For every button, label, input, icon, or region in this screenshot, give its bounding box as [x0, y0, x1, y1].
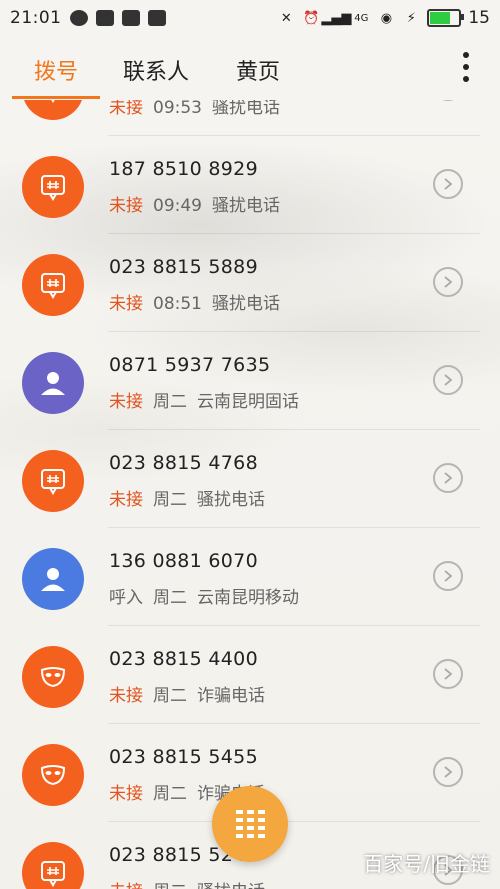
top-tabs: 拨号 联系人 黄页: [0, 36, 500, 100]
mute-icon: ✕: [280, 10, 292, 26]
tab-indicator: [12, 96, 100, 99]
call-time: 08:51: [153, 294, 202, 314]
signal-icon: ▂▄▆: [321, 10, 352, 26]
call-label: 骚扰电话: [197, 882, 265, 889]
harassment-tag-icon: [22, 156, 84, 218]
call-number: 0871 5937 7635: [109, 354, 271, 376]
harassment-tag-icon: [22, 254, 84, 316]
call-detail-chevron-icon[interactable]: [433, 659, 463, 689]
call-label: 骚扰电话: [212, 196, 280, 216]
harassment-tag-icon: [22, 100, 84, 120]
call-log-list[interactable]: 未接 09:53 骚扰电话 187 8510 8929 未接 09:49 骚扰电话 023 8…: [0, 100, 500, 889]
harassment-tag-icon: [22, 842, 84, 889]
image-icon: [95, 10, 114, 26]
call-log-row[interactable]: 0871 5937 7635 未接 周二 云南昆明固话: [0, 332, 500, 430]
fraud-mask-icon: [22, 744, 84, 806]
call-log-row[interactable]: 136 0881 6070 呼入 周二 云南昆明移动: [0, 528, 500, 626]
hd-icon: ◉: [380, 10, 393, 26]
alarm-icon: ⏰: [303, 10, 320, 26]
call-status: 未接: [109, 294, 143, 314]
call-log-row[interactable]: 023 8815 5889 未接 08:51 骚扰电话: [0, 234, 500, 332]
fraud-mask-icon: [22, 646, 84, 708]
call-detail-chevron-icon[interactable]: [433, 757, 463, 787]
dialpad-icon: [235, 810, 265, 838]
call-detail-chevron-icon[interactable]: [433, 267, 463, 297]
call-time: 周二: [153, 784, 187, 804]
call-status: 未接: [109, 196, 143, 216]
status-right: ✕ ⏰ ▂▄▆ 4G ◉ ⚡ 15: [277, 0, 490, 36]
tab-yellow-pages[interactable]: 黄页: [236, 54, 280, 86]
call-number: 136 0881 6070: [109, 550, 258, 572]
call-time: 周二: [153, 392, 187, 412]
call-time: 09:53: [153, 100, 202, 118]
call-number: 023 8815 4400: [109, 648, 258, 670]
network-type: 4G: [354, 12, 369, 24]
call-time: 周二: [153, 588, 187, 608]
contact-avatar-icon: [22, 548, 84, 610]
call-label: 云南昆明移动: [197, 588, 299, 608]
call-number: 187 8510 8929: [109, 158, 258, 180]
call-detail-chevron-icon[interactable]: [433, 561, 463, 591]
call-status: 未接: [109, 882, 143, 889]
call-number: 023 8815 5455: [109, 746, 258, 768]
call-log-row[interactable]: 未接 09:53 骚扰电话: [0, 100, 500, 136]
call-time: 周二: [153, 882, 187, 889]
call-meta: 未接 09:53 骚扰电话: [109, 100, 280, 118]
call-status: 未接: [109, 100, 143, 118]
dialpad-button[interactable]: [212, 786, 288, 862]
call-meta: 未接 08:51 骚扰电话: [109, 289, 280, 314]
contact-avatar-icon: [22, 352, 84, 414]
call-meta: 未接 周二 骚扰电话: [109, 877, 265, 889]
call-detail-chevron-icon[interactable]: [433, 463, 463, 493]
call-time: 周二: [153, 490, 187, 510]
call-number: 023 8815 4768: [109, 452, 258, 474]
call-log-row[interactable]: 023 8815 4768 未接 周二 骚扰电话: [0, 430, 500, 528]
message-icon: [69, 10, 88, 26]
call-status: 未接: [109, 784, 143, 804]
call-status: 未接: [109, 686, 143, 706]
call-log-row[interactable]: 187 8510 8929 未接 09:49 骚扰电话: [0, 136, 500, 234]
call-label: 骚扰电话: [212, 100, 280, 118]
battery-icon: [427, 9, 465, 27]
more-menu-icon[interactable]: [462, 52, 470, 82]
call-label: 诈骗电话: [197, 686, 265, 706]
call-time: 09:49: [153, 196, 202, 216]
battery-level: 15: [468, 8, 490, 28]
status-time: 21:01: [10, 8, 62, 28]
shield-icon: [147, 10, 166, 26]
call-detail-chevron-icon[interactable]: [433, 365, 463, 395]
notification-icons: [69, 10, 166, 26]
status-bar: 21:01 ✕ ⏰ ▂▄▆ 4G ◉ ⚡ 15: [0, 0, 500, 36]
call-number: 023 8815 5889: [109, 256, 258, 278]
charging-icon: ⚡: [406, 10, 416, 26]
call-status: 未接: [109, 490, 143, 510]
harassment-tag-icon: [22, 450, 84, 512]
call-meta: 未接周二骚扰电话: [109, 485, 265, 510]
battery-fill: [430, 12, 451, 24]
call-label: 骚扰电话: [212, 294, 280, 314]
call-detail-chevron-icon[interactable]: [433, 169, 463, 199]
call-meta: 未接周二诈骗电话: [109, 681, 265, 706]
call-time: 周二: [153, 686, 187, 706]
app-icon: [121, 10, 140, 26]
watermark: 百家号/旧金链: [363, 852, 490, 876]
call-meta: 未接 周二 云南昆明固话: [109, 387, 299, 412]
call-detail-chevron-icon[interactable]: [433, 100, 463, 101]
call-label: 云南昆明固话: [197, 392, 299, 412]
tab-contacts[interactable]: 联系人: [123, 54, 189, 86]
call-status: 呼入: [109, 588, 143, 608]
call-meta: 未接 09:49 骚扰电话: [109, 191, 280, 216]
call-status: 未接: [109, 392, 143, 412]
call-log-row[interactable]: 023 8815 4400 未接 周二 诈骗电话: [0, 626, 500, 724]
tab-dial[interactable]: 拨号: [34, 54, 78, 86]
call-meta: 呼入 周二 云南昆明移动: [109, 583, 299, 608]
call-label: 骚扰电话: [197, 490, 265, 510]
